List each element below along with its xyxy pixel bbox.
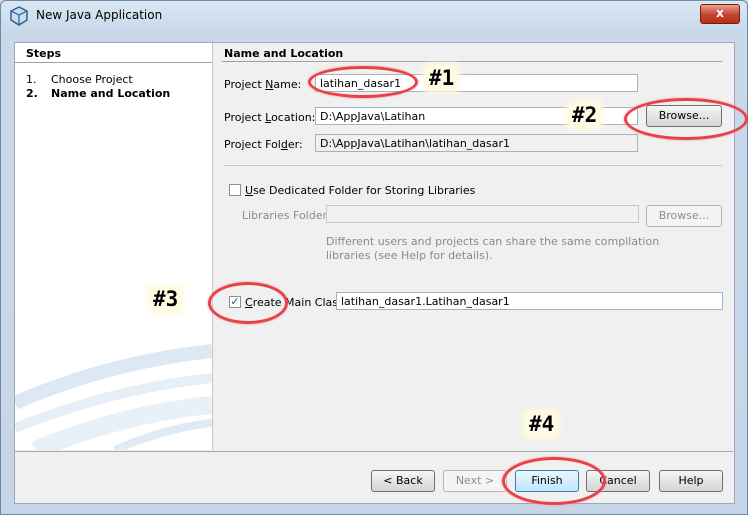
project-folder-label: Project Folder: — [224, 138, 303, 151]
libraries-folder-label: Libraries Folder: — [242, 209, 331, 222]
step-choose-project: Choose Project — [51, 73, 133, 86]
close-icon: x — [716, 6, 724, 20]
title-bar[interactable]: New Java Application x — [0, 0, 746, 30]
annotation-ring-1 — [308, 66, 418, 98]
annotation-tag-4: #4 — [526, 412, 558, 436]
help-button[interactable]: Help — [659, 470, 723, 492]
libraries-help-line1: Different users and projects can share t… — [326, 235, 660, 248]
main-class-input[interactable]: latihan_dasar1.Latihan_dasar1 — [336, 292, 723, 310]
back-button[interactable]: < Back — [371, 470, 435, 492]
decorative-swoosh-graphic — [15, 344, 212, 450]
annotation-ring-2 — [624, 98, 748, 140]
window-title: New Java Application — [36, 8, 163, 22]
annotation-ring-4 — [502, 457, 606, 505]
annotation-tag-1: #1 — [426, 66, 458, 90]
libraries-help-line2: libraries (see Help for details). — [326, 249, 493, 262]
dedicated-folder-label[interactable]: Use Dedicated Folder for Storing Librari… — [245, 184, 475, 197]
project-location-label: Project Location: — [224, 111, 316, 124]
section-divider — [222, 61, 722, 62]
section-title: Name and Location — [224, 47, 344, 60]
java-cube-icon — [10, 6, 28, 26]
annotation-ring-3 — [208, 282, 288, 324]
close-button[interactable]: x — [700, 4, 740, 24]
divider — [224, 165, 722, 166]
dedicated-folder-checkbox[interactable] — [229, 184, 241, 196]
annotation-tag-3: #3 — [150, 287, 182, 311]
project-folder-field: D:\AppJava\Latihan\latihan_dasar1 — [315, 134, 638, 152]
step-name-and-location: Name and Location — [51, 87, 171, 100]
steps-panel: Steps 1. Choose Project 2. Name and Loca… — [15, 43, 213, 450]
browse-libraries-button[interactable]: Browse... — [646, 205, 722, 227]
project-name-label: Project Name: — [224, 78, 302, 91]
next-button[interactable]: Next > — [443, 470, 507, 492]
steps-title: Steps — [26, 47, 62, 60]
step-number: 1. — [26, 73, 37, 86]
annotation-tag-2: #2 — [569, 103, 601, 127]
steps-divider — [15, 62, 212, 63]
step-number: 2. — [26, 87, 38, 100]
button-bar-divider — [15, 451, 733, 452]
libraries-folder-input[interactable] — [326, 205, 639, 223]
